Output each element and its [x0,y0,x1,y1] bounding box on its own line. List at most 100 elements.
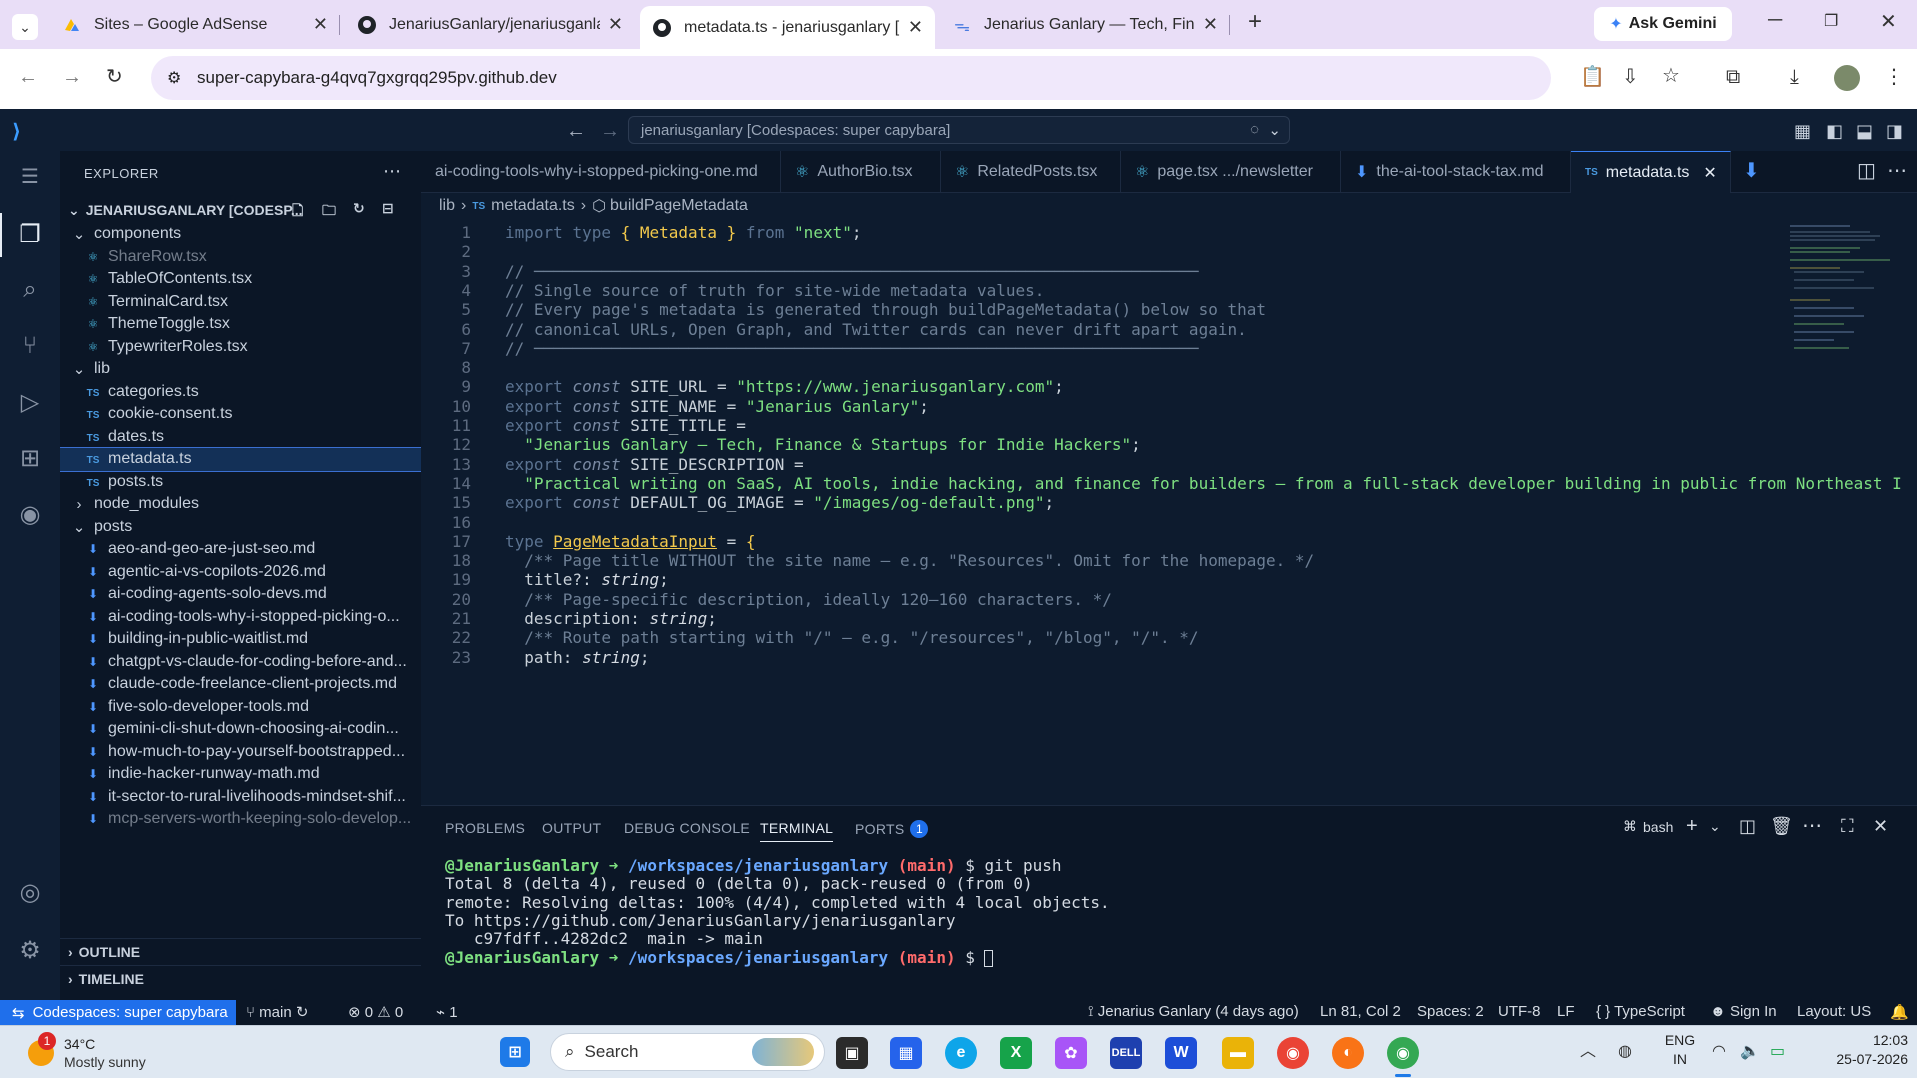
forward-icon[interactable]: → [62,67,82,87]
tree-file[interactable]: TS metadata.ts [60,447,421,472]
toggle-sidebar-icon[interactable]: ◧ [1826,121,1843,141]
github-icon[interactable]: ◉ [15,499,45,529]
taskbar-search[interactable]: ⌕ Search [550,1033,825,1071]
tree-file[interactable]: ⬇ indie-hacker-runway-math.md [60,763,421,786]
ports-indicator[interactable]: ⌁ 1 [436,1003,458,1021]
profile-avatar[interactable] [1834,65,1860,91]
accounts-icon[interactable]: ◎ [15,877,45,907]
file-explorer-icon[interactable]: ▬ [1222,1037,1254,1069]
workspace-header[interactable]: ⌄ JENARIUSGANLARY [CODESP... 🗋 🗀 ↻ ⊟ [60,197,421,223]
tree-file[interactable]: TS dates.ts [60,426,421,449]
panel-tab-output[interactable]: OUTPUT [542,820,601,836]
downloads-icon[interactable]: ⤓ [1790,67,1799,87]
task-view-icon[interactable]: ▣ [836,1037,868,1069]
tree-file[interactable]: TS cookie-consent.ts [60,403,421,426]
panel-tab-problems[interactable]: PROBLEMS [445,820,525,836]
minimize-icon[interactable]: ─ [1768,10,1782,30]
tree-file[interactable]: ⚛ TypewriterRoles.tsx [60,336,421,359]
tree-file[interactable]: ⬇ agentic-ai-vs-copilots-2026.md [60,561,421,584]
editor-more-icon[interactable]: ⋯ [1887,161,1907,181]
tree-file[interactable]: ⬇ it-sector-to-rural-livelihoods-mindset-… [60,786,421,809]
toggle-panel-icon[interactable]: ⬓ [1856,121,1873,141]
sync-icon[interactable]: ↻ [292,1004,309,1021]
panel-tab-terminal[interactable]: TERMINAL [760,820,834,842]
install-app-icon[interactable]: ⇩ [1622,67,1639,87]
split-terminal-icon[interactable]: ◫ [1739,816,1756,836]
minimap[interactable] [1790,223,1900,373]
close-icon[interactable]: ✕ [313,14,328,35]
copilot-icon[interactable]: ✿ [1055,1037,1087,1069]
more-tabs-icon[interactable]: ⬇ [1743,161,1760,181]
git-blame[interactable]: ⟟ Jenarius Ganlary (4 days ago) [1088,1003,1299,1020]
editor-tab-relatedposts[interactable]: ⚛ RelatedPosts.tsx [941,151,1121,193]
close-icon[interactable]: ✕ [608,14,623,35]
tree-file[interactable]: ⬇ chatgpt-vs-claude-for-coding-before-and… [60,651,421,674]
nav-back-icon[interactable]: ← [566,121,586,141]
breadcrumb-symbol[interactable]: buildPageMetadata [610,197,748,215]
code-editor[interactable]: 1 import type { Metadata } from "next"; 2 3… [421,219,1901,669]
dell-icon[interactable]: DELL [1110,1037,1142,1069]
edge-icon[interactable]: e [945,1037,977,1069]
microsoft-store-icon[interactable]: ▦ [890,1037,922,1069]
browser-tab-adsense[interactable]: Sites – Google AdSense ✕ [50,6,340,43]
word-icon[interactable]: W [1165,1037,1197,1069]
editor-tab-authorbio[interactable]: ⚛ AuthorBio.tsx [781,151,941,193]
editor-tab-ai-coding-tools[interactable]: ai-coding-tools-why-i-stopped-picking-on… [421,151,781,193]
cursor-position[interactable]: Ln 81, Col 2 [1320,1003,1401,1020]
tree-folder[interactable]: ⌄ components [60,223,421,246]
close-icon[interactable]: ✕ [1703,163,1716,183]
extensions-icon[interactable]: ⊞ [15,443,45,473]
tree-file[interactable]: ⬇ building-in-public-waitlist.md [60,628,421,651]
new-terminal-icon[interactable]: + [1686,816,1698,836]
line-ending[interactable]: LF [1557,1003,1575,1020]
maximize-panel-icon[interactable]: ⛶ [1841,816,1854,836]
explorer-icon[interactable]: ❐ [15,219,45,249]
reload-icon[interactable]: ↻ [106,67,123,87]
bookmark-star-icon[interactable]: ☆ [1662,66,1680,86]
window-close-icon[interactable]: ✕ [1880,12,1897,32]
chrome-profile-icon[interactable]: ◉ [1387,1037,1419,1069]
timeline-section[interactable]: › TIMELINE [60,965,421,991]
remote-indicator[interactable]: ⇆ Codespaces: super capybara [0,1000,236,1025]
command-center[interactable]: jenariusganlary [Codespaces: super capyb… [628,116,1290,144]
tree-file[interactable]: ⬇ how-much-to-pay-yourself-bootstrapped..… [60,741,421,764]
site-info-icon[interactable]: ⚙ [167,68,181,88]
problems-indicator[interactable]: ⊗ 0 ⚠ 0 [348,1003,403,1021]
trash-icon[interactable]: 🗑 [1770,816,1793,836]
tree-file[interactable]: ⚛ ShareRow.tsx [60,246,421,269]
collapse-all-icon[interactable]: ⊟ [382,200,394,217]
browser-tab-metadata[interactable]: metadata.ts - jenariusganlary [C ✕ [640,6,935,49]
chevron-up-icon[interactable]: ︿ [1580,1042,1596,1062]
panel-tab-debug-console[interactable]: DEBUG CONSOLE [624,820,750,836]
clipboard-icon[interactable]: 📋 [1580,67,1605,87]
tree-file[interactable]: ⚛ TerminalCard.tsx [60,291,421,314]
browser-tab-site[interactable]: ᯓ Jenarius Ganlary — Tech, Financ ✕ [940,6,1230,43]
address-bar[interactable]: ⚙ super-capybara-g4qvq7gxgrqq295pv.githu… [151,56,1551,100]
wifi-icon[interactable]: ◠ [1712,1042,1726,1062]
notifications-bell-icon[interactable]: 🔔 [1890,1003,1909,1021]
encoding[interactable]: UTF-8 [1498,1003,1541,1020]
tree-file[interactable]: ⚛ ThemeToggle.tsx [60,313,421,336]
browser-menu-icon[interactable]: ⋮ [1884,67,1904,87]
source-control-icon[interactable]: ⑂ [15,331,45,361]
split-editor-icon[interactable]: ◫ [1857,161,1876,181]
close-icon[interactable]: ✕ [1203,14,1218,35]
outline-section[interactable]: › OUTLINE [60,938,421,964]
nav-forward-icon[interactable]: → [600,121,620,141]
refresh-icon[interactable]: ↻ [353,200,365,217]
chevron-down-icon[interactable]: ⌄ [1268,121,1281,139]
close-panel-icon[interactable]: ✕ [1873,816,1888,836]
tree-folder[interactable]: ⌄ lib [60,358,421,381]
tree-file[interactable]: ⬇ aeo-and-geo-are-just-seo.md [60,538,421,561]
ask-gemini-button[interactable]: ✦ Ask Gemini [1594,7,1732,41]
terminal[interactable]: @JenariusGanlary ➜ /workspaces/jenariusg… [421,850,1901,1000]
new-folder-icon[interactable]: 🗀 [322,200,336,224]
editor-tab-ai-tool-stack-tax[interactable]: ⬇ the-ai-tool-stack-tax.md [1341,151,1571,193]
tree-file[interactable]: ⬇ ai-coding-tools-why-i-stopped-picking-o… [60,606,421,629]
run-debug-icon[interactable]: ▷ [15,387,45,417]
tree-folder[interactable]: ⌄ posts [60,516,421,539]
close-icon[interactable]: ✕ [908,17,923,38]
browser-tab-github-repo[interactable]: JenariusGanlary/jenariusganlary ✕ [345,6,635,43]
customize-layout-icon[interactable]: ▦ [1794,121,1811,141]
search-icon[interactable]: ⌕ [15,275,45,305]
